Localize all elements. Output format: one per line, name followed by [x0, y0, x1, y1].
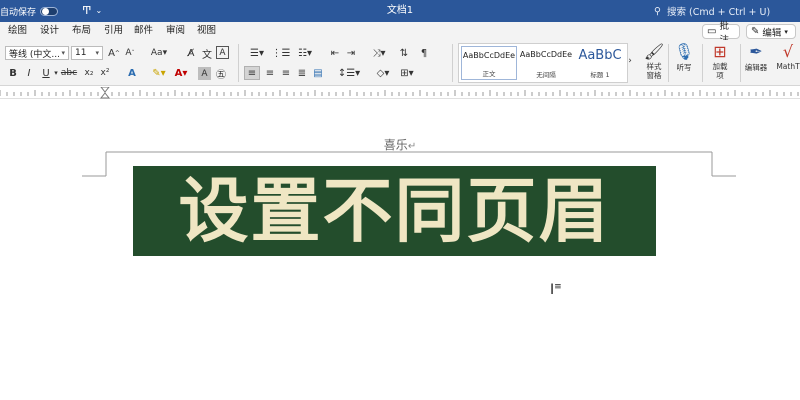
style-no-spacing-name: 无间隔 [536, 71, 556, 79]
bold-icon[interactable]: B [8, 66, 18, 80]
search-placeholder: 搜索 (Cmd + Ctrl + U) [666, 7, 771, 18]
style-normal[interactable]: AaBbCcDdEe 正文 [461, 46, 517, 80]
shrink-font-icon[interactable]: Aˇ [123, 45, 137, 61]
addins-button[interactable]: ⊞ 加载 项 [700, 42, 740, 82]
style-heading-1-sample: AaBbC [578, 48, 622, 63]
subscript-icon[interactable]: x₂ [82, 66, 96, 80]
dictate-button[interactable]: 🎙 听写 [664, 42, 704, 82]
align-left-icon[interactable]: ≡ [244, 66, 260, 80]
distributed-icon[interactable]: ▤ [310, 66, 326, 80]
text-cursor-icon: I≡ [550, 282, 562, 298]
superscript-icon[interactable]: x² [98, 66, 112, 80]
font-size-select[interactable]: 11 ▾ [71, 46, 103, 60]
search-field[interactable]: ⚲ 搜索 (Cmd + Ctrl + U) [654, 3, 770, 19]
underline-icon[interactable]: U [40, 66, 52, 80]
chevron-down-icon: ▾ [95, 49, 99, 57]
justify-icon[interactable]: ≣ [294, 66, 310, 80]
char-shading-icon[interactable]: A [198, 67, 211, 80]
menu-tabs: 绘图 设计 布局 引用 邮件 审阅 视图 [0, 22, 800, 40]
paragraph-mark: ↵ [407, 141, 417, 152]
addins-label: 加载 项 [712, 62, 728, 80]
styles-gallery: AaBbCcDdEe 正文 AaBbCcDdEe 无间隔 AaBbC 标题 1 [458, 43, 628, 83]
header-paragraph[interactable]: 喜乐↵ [360, 136, 440, 153]
tab-mailings[interactable]: 邮件 [134, 22, 153, 40]
chevron-down-icon: ▾ [61, 49, 65, 57]
ribbon-separator [452, 44, 453, 82]
style-heading-1[interactable]: AaBbC 标题 1 [575, 46, 625, 80]
change-case-icon[interactable]: Aa▾ [148, 45, 170, 61]
search-icon: ⚲ [654, 5, 661, 17]
ruler-ticks [0, 87, 799, 99]
tab-review[interactable]: 审阅 [166, 22, 185, 40]
enclose-char-icon[interactable]: ㊄ [214, 66, 228, 81]
addins-icon: ⊞ [713, 42, 727, 61]
chevron-down-icon[interactable]: ▾ [52, 66, 60, 80]
increase-indent-icon[interactable]: ⇥ [344, 45, 358, 61]
editor-pen-icon: ✒ [749, 42, 763, 61]
align-right-icon[interactable]: ≡ [278, 66, 294, 80]
font-name-select[interactable]: 等线 (中文... ▾ [5, 46, 69, 60]
tab-references[interactable]: 引用 [104, 22, 123, 40]
ribbon-separator [238, 44, 239, 82]
style-normal-name: 正文 [482, 70, 496, 78]
style-heading-1-name: 标题 1 [590, 71, 610, 79]
document-canvas[interactable]: 喜乐↵ 设置不同页眉 I≡ [0, 100, 800, 400]
word-window: 自动保存 Ͳ ⌄ 文档1 ⚲ 搜索 (Cmd + Ctrl + U) 绘图 设计… [0, 0, 800, 400]
font-color-icon[interactable]: A▾ [172, 66, 190, 80]
mathtype-icon: √ [782, 42, 794, 61]
editor-button[interactable]: ✒ 编辑器 [736, 42, 776, 82]
phonetic-guide-icon[interactable]: 文 [200, 45, 214, 61]
font-size-value: 11 [75, 48, 87, 58]
bullets-icon[interactable]: ☰▾ [246, 45, 268, 61]
indent-marker-icon[interactable] [99, 87, 111, 99]
show-marks-icon[interactable]: ¶ [416, 45, 432, 61]
pencil-icon: ✎ [751, 26, 760, 37]
borders-icon[interactable]: ⊞▾ [396, 66, 418, 80]
sort-icon[interactable]: ⇅ [396, 45, 412, 61]
font-name-value: 等线 (中文... [9, 49, 60, 60]
title-banner[interactable]: 设置不同页眉 [133, 166, 656, 256]
numbering-icon[interactable]: ⋮☰ [270, 45, 292, 61]
align-center-icon[interactable]: ≡ [262, 66, 278, 80]
styles-more-icon[interactable]: › [626, 54, 634, 68]
text-effects-icon[interactable]: A [124, 66, 140, 80]
decrease-indent-icon[interactable]: ⇤ [328, 45, 342, 61]
tab-design[interactable]: 设计 [40, 22, 59, 40]
microphone-icon: 🎙 [673, 42, 695, 61]
style-normal-sample: AaBbCcDdEe [462, 51, 516, 60]
shading-icon[interactable]: ◇▾ [372, 66, 394, 80]
style-no-spacing-sample: AaBbCcDdEe [519, 50, 573, 59]
char-border-icon[interactable]: A [216, 46, 229, 59]
style-no-spacing[interactable]: AaBbCcDdEe 无间隔 [519, 46, 573, 80]
editor-label: 编辑器 [744, 63, 768, 72]
comments-button[interactable]: ▭ 批注 [702, 21, 740, 46]
header-text: 喜乐 [383, 138, 408, 152]
editing-button[interactable]: ✎ 编辑 ▾ [746, 24, 796, 39]
banner-text: 设置不同页眉 [178, 169, 611, 252]
dictate-label: 听写 [676, 63, 692, 72]
mathtype-button[interactable]: √ MathT [776, 42, 800, 82]
clear-format-icon[interactable]: A̸ [184, 45, 198, 61]
tab-view[interactable]: 视图 [197, 22, 216, 40]
italic-icon[interactable]: I [24, 66, 34, 80]
tab-layout[interactable]: 布局 [72, 22, 91, 40]
chevron-down-icon: ▾ [784, 27, 788, 36]
title-bar: 自动保存 Ͳ ⌄ 文档1 ⚲ 搜索 (Cmd + Ctrl + U) [0, 0, 800, 22]
grow-font-icon[interactable]: A ^ [107, 45, 121, 61]
horizontal-ruler[interactable] [0, 87, 800, 99]
highlight-icon[interactable]: ✎▾ [150, 66, 168, 80]
editing-label: 编辑 [762, 27, 782, 39]
line-spacing-icon[interactable]: ↕☰▾ [338, 66, 360, 80]
multilevel-list-icon[interactable]: ☷▾ [294, 45, 316, 61]
comment-icon: ▭ [707, 26, 717, 37]
asian-layout-icon[interactable]: ⤨▾ [368, 45, 390, 61]
mathtype-label: MathT [776, 62, 800, 71]
tab-draw[interactable]: 绘图 [8, 22, 27, 40]
strikethrough-icon[interactable]: abc [61, 66, 77, 80]
